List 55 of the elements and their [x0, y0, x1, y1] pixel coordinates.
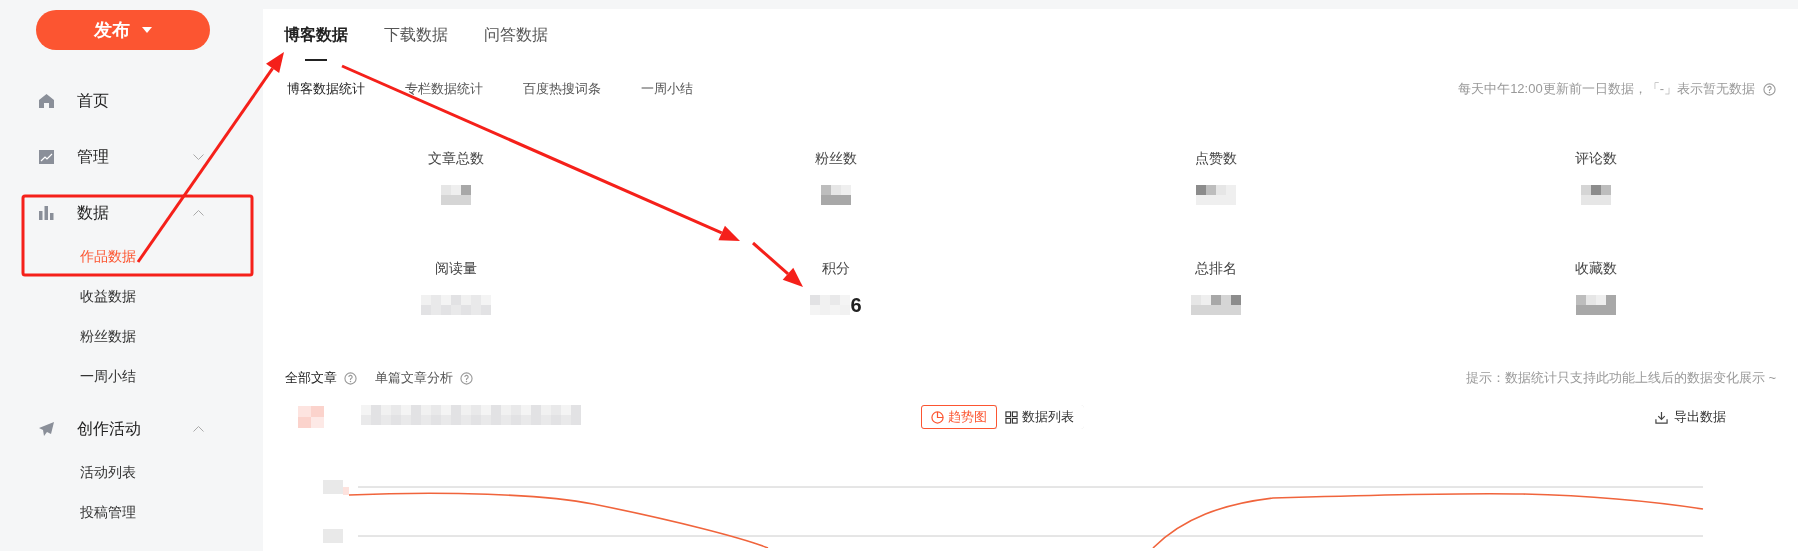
article-tab[interactable]: 单篇文章分析 [375, 369, 453, 387]
help-icon [344, 371, 357, 385]
submenu-item[interactable]: 粉丝数据 [80, 328, 136, 346]
blurred-value [821, 185, 851, 205]
pie-chart-icon [931, 410, 944, 424]
chevron-up-icon [193, 210, 204, 216]
stat-label: 文章总数 [428, 150, 484, 168]
blurred-value [298, 406, 324, 428]
grid-icon [1005, 410, 1018, 424]
blurred-value [1576, 295, 1616, 315]
tab[interactable]: 下载数据 [384, 9, 448, 61]
stat-label: 点赞数 [1195, 150, 1237, 168]
home-icon [39, 94, 54, 108]
chevron-down-icon [193, 154, 204, 160]
submenu-item[interactable]: 一周小结 [80, 368, 136, 386]
stat-label: 积分 [822, 260, 850, 278]
stat-label: 总排名 [1195, 260, 1237, 278]
tab[interactable]: 问答数据 [484, 9, 548, 61]
tab[interactable]: 博客数据 [284, 9, 348, 61]
blurred-value [441, 185, 471, 205]
bar-chart-icon [39, 206, 54, 220]
menu-item[interactable]: 首页 [0, 77, 224, 125]
submenu-item[interactable]: 投稿管理 [80, 504, 136, 522]
sub-tab[interactable]: 一周小结 [641, 80, 693, 98]
blurred-value [1191, 295, 1241, 315]
paper-plane-icon [39, 422, 54, 436]
stat-label: 阅读量 [435, 260, 477, 278]
sub-tab[interactable]: 博客数据统计 [287, 80, 365, 98]
article-tab[interactable]: 全部文章 [285, 369, 337, 387]
caret-icon [142, 27, 152, 33]
chevron-up-icon [193, 426, 204, 432]
stat-value: 6 [850, 293, 862, 317]
sub-tab[interactable]: 专栏数据统计 [405, 80, 483, 98]
line-chart-icon [39, 150, 54, 164]
submenu-item[interactable]: 活动列表 [80, 464, 136, 482]
blurred-value [1196, 185, 1236, 205]
help-icon [460, 371, 473, 385]
stat-label: 收藏数 [1575, 260, 1617, 278]
help-icon [1763, 82, 1776, 96]
blurred-axis-label [323, 480, 349, 495]
annotation-arrow [752, 241, 803, 287]
hint-text: 提示：数据统计只支持此功能上线后的数据变化展示 ~ [1465, 369, 1776, 387]
menu-item[interactable]: 创作活动 [0, 405, 224, 453]
menu-item[interactable]: 数据 [0, 189, 224, 237]
blurred-value [421, 295, 491, 315]
stat-label: 评论数 [1575, 150, 1617, 168]
download-icon [1655, 410, 1668, 424]
sub-tab[interactable]: 百度热搜词条 [523, 80, 601, 98]
blurred-value [1581, 185, 1611, 205]
submenu-item[interactable]: 收益数据 [80, 288, 136, 306]
export-button[interactable]: 导出数据 [1655, 408, 1726, 426]
view-toggle-button[interactable]: 数据列表 [995, 405, 1084, 429]
stat-label: 粉丝数 [815, 150, 857, 168]
blurred-value [810, 295, 851, 315]
menu-item[interactable]: 管理 [0, 133, 224, 181]
